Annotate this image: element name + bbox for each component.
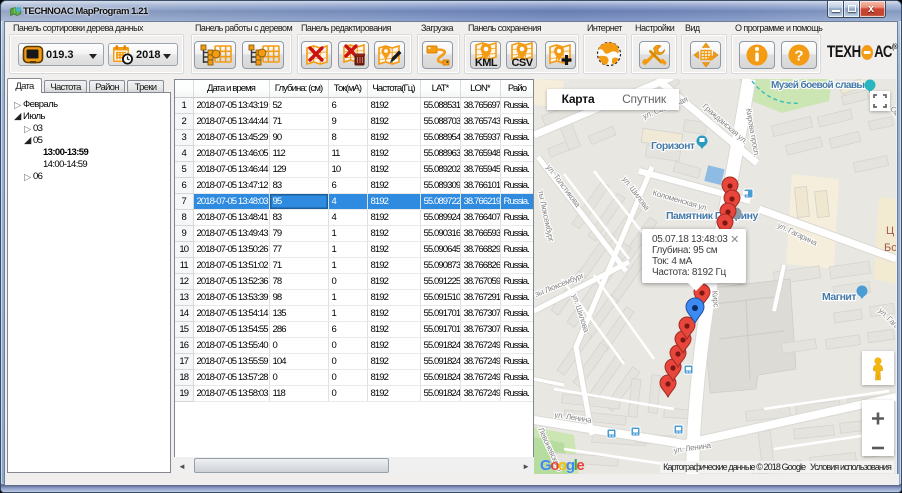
svg-text:Горизонт: Горизонт: [651, 140, 695, 152]
svg-text:Бо: Бо: [884, 242, 896, 254]
svg-text:?: ?: [794, 48, 803, 65]
svg-text:Музей боевой славы: Музей боевой славы: [771, 79, 864, 91]
svg-text:Кирс: Кирс: [710, 290, 721, 308]
svg-text:Памятник Гагарину: Памятник Гагарину: [666, 210, 758, 222]
svg-text:KML: KML: [474, 57, 497, 69]
svg-text:Магнит: Магнит: [822, 291, 856, 303]
svg-text:CSV: CSV: [511, 57, 533, 69]
svg-text:Ц: Ц: [886, 225, 894, 237]
